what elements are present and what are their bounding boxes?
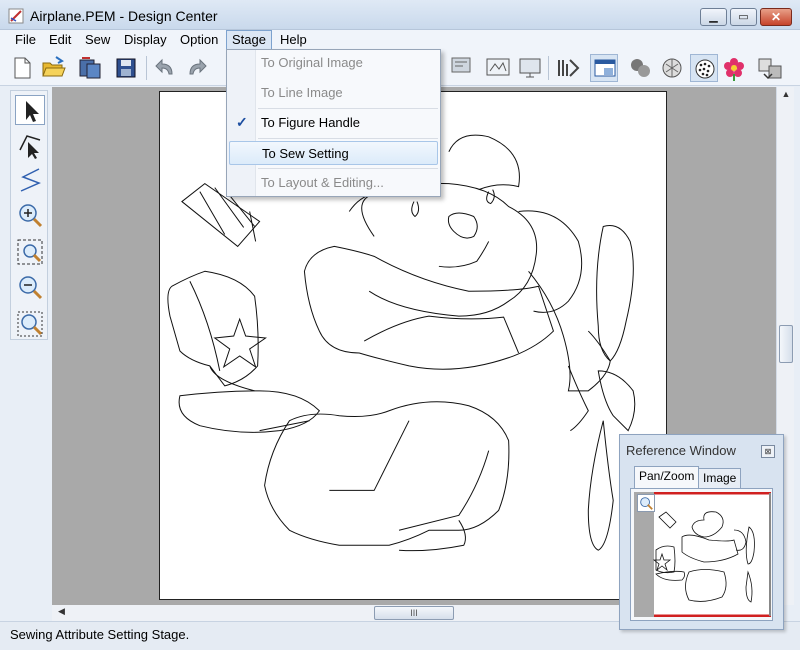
point-edit-icon[interactable] (15, 130, 45, 160)
people-icon[interactable] (626, 54, 654, 82)
stitch-number-icon[interactable] (448, 54, 476, 82)
close-button[interactable]: ✕ (760, 8, 792, 26)
fill-icon[interactable] (658, 54, 686, 82)
status-text: Sewing Attribute Setting Stage. (10, 627, 190, 642)
toolbar-separator (548, 56, 549, 80)
menu-edit[interactable]: Edit (44, 30, 76, 50)
menu-to-layout-editing[interactable]: To Layout & Editing... (229, 171, 438, 195)
scroll-up-icon[interactable]: ▲ (777, 89, 795, 99)
new-file-icon[interactable] (8, 54, 36, 82)
monitor-icon[interactable] (516, 54, 544, 82)
check-icon: ✓ (236, 114, 248, 130)
sew-icon[interactable] (554, 54, 582, 82)
open-folder-icon[interactable] (40, 54, 68, 82)
tab-image[interactable]: Image (698, 468, 742, 488)
app-icon (8, 8, 24, 24)
stage-menu: To Original Image To Line Image ✓ To Fig… (226, 49, 441, 197)
menu-to-original-image[interactable]: To Original Image (229, 51, 438, 75)
menu-separator (258, 108, 438, 109)
tool-palette-panel (10, 90, 48, 340)
menu-bar: File Edit Sew Display Option Stage Help (0, 30, 800, 50)
reference-window: Reference Window ⊠ Pan/Zoom Image (619, 434, 784, 630)
maximize-icon: ▭ (738, 11, 749, 23)
menu-separator (258, 168, 438, 169)
select-arrow-icon[interactable] (15, 95, 45, 125)
zoom-out-icon[interactable] (15, 273, 45, 303)
scroll-left-icon[interactable]: ◀ (58, 606, 65, 617)
undo-icon[interactable] (152, 54, 180, 82)
menu-sew[interactable]: Sew (80, 30, 115, 50)
fit-icon[interactable] (15, 237, 45, 267)
reference-preview-panel[interactable] (630, 488, 773, 621)
menu-to-figure-handle[interactable]: ✓ To Figure Handle (229, 111, 438, 135)
minimize-icon: ▁ (709, 11, 718, 23)
menu-stage[interactable]: Stage (226, 30, 272, 50)
zoom-region-icon[interactable] (15, 309, 45, 339)
menu-file[interactable]: File (10, 30, 41, 50)
window-icon[interactable] (590, 54, 618, 82)
line-icon[interactable] (15, 165, 45, 195)
horizontal-scrollbar[interactable]: ◀ III (52, 605, 620, 621)
menu-separator (258, 138, 438, 139)
reference-close-icon[interactable]: ⊠ (761, 445, 775, 458)
menu-display[interactable]: Display (119, 30, 172, 50)
flower-icon[interactable] (720, 54, 748, 82)
toolbar-separator (146, 56, 147, 80)
menu-help[interactable]: Help (275, 30, 312, 50)
pattern-icon[interactable] (690, 54, 718, 82)
menu-to-sew-setting[interactable]: To Sew Setting (229, 141, 438, 165)
tab-pan-zoom[interactable]: Pan/Zoom (634, 466, 700, 489)
import-icon[interactable] (76, 54, 104, 82)
save-icon[interactable] (112, 54, 140, 82)
preview-icon[interactable] (484, 54, 512, 82)
maximize-button[interactable]: ▭ (730, 8, 757, 26)
tool-palette (0, 87, 50, 620)
menu-to-line-image[interactable]: To Line Image (229, 81, 438, 105)
close-icon: ✕ (770, 10, 782, 24)
menu-option[interactable]: Option (175, 30, 223, 50)
vertical-scroll-thumb[interactable] (779, 325, 793, 363)
minimize-button[interactable]: ▁ (700, 8, 727, 26)
reference-window-title: Reference Window (626, 443, 736, 458)
zoom-icon[interactable] (637, 494, 655, 512)
horizontal-scroll-thumb[interactable]: III (374, 606, 454, 620)
window-title: Airplane.PEM - Design Center (30, 8, 218, 24)
transfer-icon[interactable] (756, 54, 784, 82)
zoom-in-icon[interactable] (15, 201, 45, 231)
title-bar: Airplane.PEM - Design Center ▁ ▭ ✕ (0, 0, 800, 30)
redo-icon[interactable] (182, 54, 210, 82)
